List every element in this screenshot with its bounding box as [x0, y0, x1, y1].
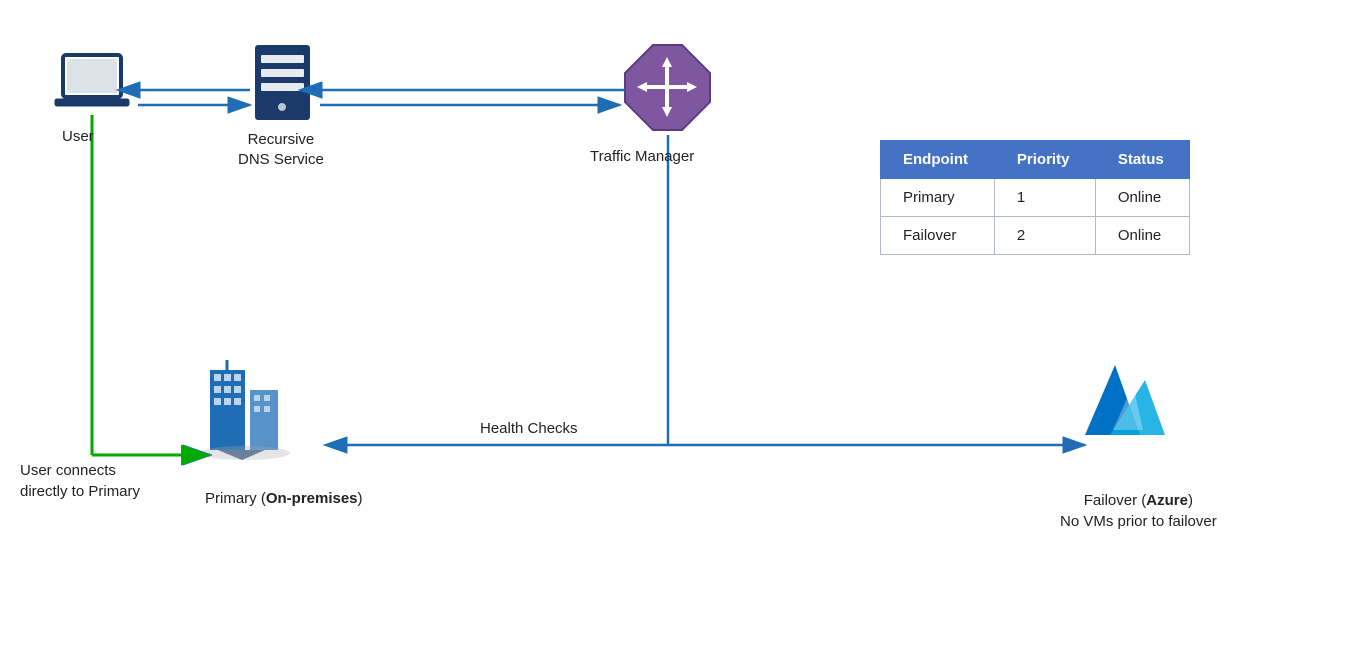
primary-label: Primary (On-premises) [205, 490, 363, 507]
endpoint-primary: Primary [881, 179, 995, 217]
user-connects-label: User connectsdirectly to Primary [20, 460, 140, 502]
table-header-priority: Priority [994, 141, 1095, 179]
user-label: User [62, 128, 94, 145]
diagram-container: User RecursiveDNS Service Traffic Manage… [0, 0, 1350, 656]
dns-label: RecursiveDNS Service [238, 130, 324, 169]
priority-failover: 2 [994, 217, 1095, 255]
priority-primary: 1 [994, 179, 1095, 217]
diagram-svg [0, 0, 1350, 656]
table-row: Primary 1 Online [881, 179, 1190, 217]
table-header-status: Status [1095, 141, 1189, 179]
status-failover: Online [1095, 217, 1189, 255]
endpoint-table: Endpoint Priority Status Primary 1 Onlin… [880, 140, 1190, 255]
traffic-manager-label: Traffic Manager [590, 148, 694, 165]
health-checks-label: Health Checks [480, 420, 578, 437]
table-row: Failover 2 Online [881, 217, 1190, 255]
endpoint-failover: Failover [881, 217, 995, 255]
table-header-endpoint: Endpoint [881, 141, 995, 179]
status-primary: Online [1095, 179, 1189, 217]
failover-label: Failover (Azure) No VMs prior to failove… [1060, 490, 1217, 532]
